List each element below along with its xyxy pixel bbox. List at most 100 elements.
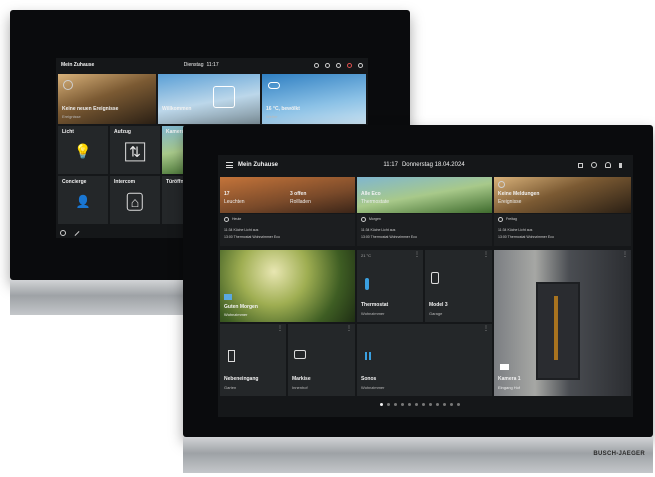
back-tile-events-label: Keine neuen Ereignisse: [62, 106, 119, 112]
page-dot[interactable]: [415, 403, 418, 406]
tile-model-3-label: Model 3: [429, 302, 448, 308]
markise-more-icon[interactable]: ⋮: [346, 326, 352, 332]
back-tile-events-sub: Ereignisse: [62, 114, 81, 119]
thermostat-more-icon[interactable]: ⋮: [414, 252, 420, 258]
thermostat-value: 21 °C: [361, 253, 372, 258]
speaker-icon[interactable]: [358, 62, 364, 68]
schedule-3-line-1: 11:34 Küche Licht aus: [498, 228, 533, 232]
front-title: Mein Zuhause: [238, 162, 279, 168]
page-indicator[interactable]: [380, 403, 460, 406]
info-icon: [498, 181, 505, 188]
back-tile-licht-label: Licht: [62, 129, 74, 135]
page-dot[interactable]: [380, 403, 383, 406]
back-tile-welcome[interactable]: Willkommen: [158, 74, 260, 124]
tile-model-3[interactable]: ⋮ Model 3 Garage: [425, 250, 492, 322]
front-card-messages[interactable]: Keine Meldungen Ereignisse: [494, 177, 631, 213]
refresh-icon[interactable]: [314, 62, 320, 68]
card-eco-label: Alle Eco: [361, 191, 381, 197]
person-icon: 👤: [75, 194, 91, 209]
tile-nebeneingang[interactable]: ⋮ Nebeneingang Garten: [220, 324, 286, 396]
home-network-icon: [213, 86, 235, 108]
lock-icon[interactable]: [578, 162, 583, 168]
schedule-3-line-2: 13:00 Thermostat Wohnzimmer Eco: [498, 235, 554, 239]
front-door-image: [536, 282, 580, 380]
page-dot[interactable]: [443, 403, 446, 406]
clock-icon: [224, 217, 229, 222]
page-dot[interactable]: [436, 403, 439, 406]
tile-thermostat-sub: Wohnzimmer: [361, 311, 385, 316]
menu-icon[interactable]: [226, 162, 233, 168]
tile-kamera-1[interactable]: ⋮ Kamera 1 Eingang Hof: [494, 250, 631, 396]
phone-icon[interactable]: [325, 62, 331, 68]
page-dot[interactable]: [401, 403, 404, 406]
back-tile-kamera-label: Kamera: [166, 129, 185, 135]
front-screen: Mein Zuhause 11:17 Donnerstag 18.04.2024…: [218, 155, 633, 417]
pause-icon[interactable]: [365, 352, 371, 360]
tile-kamera-1-label: Kamera 1: [498, 376, 521, 382]
schedule-band-3: Freitag 11:34 Küche Licht aus 13:00 Ther…: [494, 214, 631, 246]
alarm-icon[interactable]: [347, 62, 353, 68]
back-title: Mein Zuhause: [61, 62, 95, 68]
front-card-lights-shutters[interactable]: 17 Leuchten 3 offen Rollladen: [220, 177, 355, 213]
tile-markise-sub: Innenhof: [292, 385, 308, 390]
wifi-icon[interactable]: [336, 62, 342, 68]
bell-icon[interactable]: [605, 162, 611, 168]
card-lights-label: Leuchten: [224, 199, 245, 205]
schedule-band-2: Morgen 11:34 Küche Licht aus 13:00 Therm…: [357, 214, 492, 246]
front-time: 11:17: [383, 162, 398, 168]
tile-guten-morgen[interactable]: Guten Morgen Wohnzimmer: [220, 250, 355, 322]
page-dot[interactable]: [394, 403, 397, 406]
awning-icon: [294, 350, 306, 359]
back-tile-weather-sub: Wetter: [266, 114, 278, 119]
page-dot[interactable]: [408, 403, 411, 406]
volume-icon[interactable]: [619, 162, 625, 168]
page-dot[interactable]: [387, 403, 390, 406]
tile-thermostat[interactable]: 21 °C ⋮ Thermostat Wohnzimmer: [357, 250, 423, 322]
back-tile-welcome-label: Willkommen: [162, 106, 192, 112]
back-tile-intercom[interactable]: Intercom ⌂: [110, 176, 160, 224]
camera-more-icon[interactable]: ⋮: [622, 252, 628, 258]
door-glass-strip: [554, 296, 558, 360]
back-footer: [60, 230, 80, 236]
tile-markise[interactable]: ⋮ Markise Innenhof: [288, 324, 355, 396]
settings-icon[interactable]: [60, 230, 66, 236]
card-messages-label: Keine Meldungen: [498, 191, 540, 197]
schedule-1-caption: Heute: [232, 217, 242, 221]
page-dot[interactable]: [450, 403, 453, 406]
front-card-eco[interactable]: Alle Eco Thermostate: [357, 177, 492, 213]
scene-icon: [224, 294, 232, 300]
card-shutters-badge: 3 offen: [290, 191, 307, 197]
edit-icon[interactable]: [74, 231, 80, 236]
back-tile-concierge[interactable]: Concierge 👤: [58, 176, 108, 224]
back-tile-events[interactable]: Keine neuen Ereignisse Ereignisse: [58, 74, 156, 124]
back-title-bar: Mein Zuhause Dienstag 11:17: [56, 58, 368, 72]
sonos-more-icon[interactable]: ⋮: [483, 326, 489, 332]
camera-icon: [500, 364, 509, 370]
card-shutters-label: Rollladen: [290, 199, 311, 205]
back-tile-intercom-label: Intercom: [114, 179, 136, 185]
tile-thermostat-label: Thermostat: [361, 302, 389, 308]
help-icon[interactable]: [591, 162, 597, 168]
brand-logo: BUSCH-JAEGER: [593, 451, 645, 457]
card-lights-badge: 17: [224, 191, 230, 197]
schedule-1-line-1: 11:34 Küche Licht aus: [224, 228, 259, 232]
back-day: Dienstag: [183, 62, 204, 68]
info-icon: [63, 80, 73, 90]
back-tile-weather-label: 16 °C, bewölkt: [266, 106, 300, 112]
back-tile-weather[interactable]: 16 °C, bewölkt Wetter: [262, 74, 366, 124]
back-tile-licht[interactable]: Licht 💡: [58, 126, 108, 174]
nebeneingang-more-icon[interactable]: ⋮: [277, 326, 283, 332]
card-messages-sub: Ereignisse: [498, 199, 522, 205]
page-dot[interactable]: [429, 403, 432, 406]
tile-nebeneingang-label: Nebeneingang: [224, 376, 259, 382]
cloud-icon: [268, 82, 280, 89]
back-tile-aufzug[interactable]: Aufzug ⇅: [110, 126, 160, 174]
model3-more-icon[interactable]: ⋮: [483, 252, 489, 258]
tile-model-3-sub: Garage: [429, 311, 443, 316]
front-steel-strip: BUSCH-JAEGER: [183, 437, 653, 473]
tile-sonos[interactable]: ⋮ Sonos Wohnzimmer: [357, 324, 492, 396]
page-dot[interactable]: [457, 403, 460, 406]
back-tile-aufzug-label: Aufzug: [114, 129, 131, 135]
page-dot[interactable]: [422, 403, 425, 406]
elevator-icon: ⇅: [125, 142, 145, 162]
